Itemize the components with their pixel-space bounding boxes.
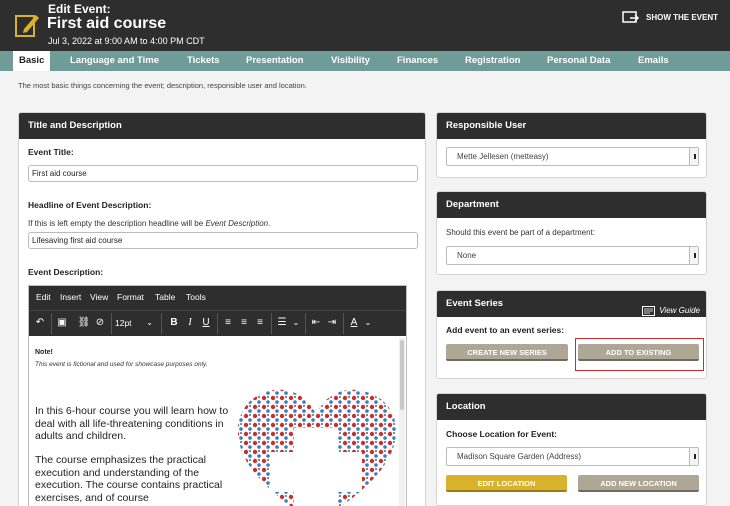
menu-view[interactable]: View: [90, 292, 108, 302]
headline-input[interactable]: Lifesaving first aid course: [28, 232, 418, 249]
toolbar-divider: [271, 313, 272, 334]
headline-help-emphasis: Event Description: [205, 219, 269, 228]
italic-icon[interactable]: I: [183, 315, 197, 331]
menu-tools[interactable]: Tools: [186, 292, 206, 302]
location-select[interactable]: Madison Square Garden (Address): [446, 447, 699, 466]
edit-location-button[interactable]: EDIT LOCATION: [446, 475, 567, 492]
menu-insert[interactable]: Insert: [60, 292, 81, 302]
responsible-user-panel: Responsible User: [436, 112, 707, 178]
tab-bar: Basic Language and Time Tickets Presenta…: [0, 51, 730, 71]
font-size-value: 12pt: [115, 318, 132, 328]
location-value: Madison Square Garden (Address): [457, 452, 582, 461]
edit-icon: [15, 15, 39, 37]
editor-content[interactable]: Note! This event is fictional and used f…: [29, 336, 406, 506]
font-size-select[interactable]: 12pt ⌄: [115, 315, 155, 331]
guide-icon: [642, 306, 656, 316]
tab-tickets[interactable]: Tickets: [187, 51, 220, 71]
app-window: Edit Event: First aid course Jul 3, 2022…: [0, 0, 730, 506]
select-handle-icon: [694, 454, 696, 459]
toolbar-divider: [161, 313, 162, 334]
indent-icon[interactable]: ⇥: [325, 315, 339, 331]
tab-language-and-time[interactable]: Language and Time: [70, 51, 159, 71]
event-title-label: Event Title:: [28, 147, 74, 157]
underline-icon[interactable]: U: [199, 315, 213, 331]
menu-table[interactable]: Table: [155, 292, 175, 302]
chevron-down-icon[interactable]: ⌄: [363, 315, 373, 331]
heart-health-image: [237, 389, 397, 506]
description-paragraph: In this 6-hour course you will learn how…: [35, 405, 229, 442]
editor-menubar: Edit Insert View Format Table Tools: [29, 286, 406, 310]
event-series-heading: Event Series: [446, 298, 504, 309]
tab-presentation[interactable]: Presentation: [246, 51, 304, 71]
menu-format[interactable]: Format: [117, 292, 144, 302]
toolbar-divider: [111, 313, 112, 334]
event-title-input[interactable]: First aid course: [28, 165, 418, 182]
toolbar-divider: [305, 313, 306, 334]
headline-help-end: .: [268, 219, 271, 228]
tab-visibility[interactable]: Visibility: [331, 51, 370, 71]
toolbar-divider: [51, 313, 52, 334]
page-subtitle: The most basic things concerning the eve…: [18, 81, 307, 90]
headline-help: If this is left empty the description he…: [28, 219, 270, 228]
select-handle-icon: [694, 253, 696, 258]
responsible-user-select[interactable]: Mette Jellesen (metteasy): [446, 147, 699, 166]
align-left-icon[interactable]: ≡: [221, 315, 235, 331]
view-guide-label: View Guide: [659, 306, 700, 315]
rich-text-editor: Edit Insert View Format Table Tools ↶ ▣ …: [28, 285, 407, 506]
tab-emails[interactable]: Emails: [638, 51, 669, 71]
tab-registration[interactable]: Registration: [465, 51, 520, 71]
chevron-down-icon: ⌄: [146, 318, 153, 327]
show-event-button[interactable]: SHOW THE EVENT: [622, 11, 718, 24]
link-icon[interactable]: ⛓: [77, 315, 91, 331]
event-date: Jul 3, 2022 at 9:00 AM to 4:00 PM CDT: [48, 36, 205, 46]
headline-help-text: If this is left empty the description he…: [28, 219, 204, 228]
responsible-user-value: Mette Jellesen (metteasy): [457, 152, 549, 161]
align-right-icon[interactable]: ≡: [253, 315, 267, 331]
image-icon[interactable]: ▣: [55, 315, 69, 331]
add-series-label: Add event to an event series:: [446, 325, 565, 335]
bullet-list-icon[interactable]: ☰: [275, 315, 289, 331]
header-label: Edit Event:: [48, 2, 111, 16]
editor-toolbar: ↶ ▣ ⛓ ⊘ 12pt ⌄ B I U ≡ ≡ ≡ ☰ ⌄ ⇤ ⇥ A ⌄: [29, 310, 406, 336]
select-handle-icon: [694, 154, 696, 159]
panel-heading: Responsible User: [437, 113, 706, 139]
text-color-icon[interactable]: A: [347, 315, 361, 331]
tab-finances[interactable]: Finances: [397, 51, 438, 71]
toolbar-divider: [343, 313, 344, 334]
align-center-icon[interactable]: ≡: [237, 315, 251, 331]
add-to-existing-button[interactable]: ADD TO EXISTING: [578, 344, 699, 361]
show-event-label: SHOW THE EVENT: [645, 13, 718, 22]
panel-heading: Department: [437, 192, 706, 218]
view-guide-link[interactable]: View Guide: [642, 298, 700, 324]
unlink-icon[interactable]: ⊘: [93, 315, 107, 331]
bold-icon[interactable]: B: [167, 315, 181, 331]
panel-heading: Event Series View Guide: [437, 291, 706, 317]
department-select[interactable]: None: [446, 246, 699, 265]
menu-edit[interactable]: Edit: [36, 292, 51, 302]
headline-label: Headline of Event Description:: [28, 200, 152, 210]
add-new-location-button[interactable]: ADD NEW LOCATION: [578, 475, 699, 492]
panel-heading: Title and Description: [19, 113, 425, 139]
description-label: Event Description:: [28, 267, 104, 277]
tab-basic[interactable]: Basic: [13, 51, 51, 71]
chevron-down-icon[interactable]: ⌄: [291, 315, 301, 331]
create-new-series-button[interactable]: CREATE NEW SERIES: [446, 344, 568, 361]
department-value: None: [457, 251, 477, 260]
panel-heading: Location: [437, 394, 706, 420]
editor-scrollbar-thumb[interactable]: [400, 340, 404, 410]
choose-location-label: Choose Location for Event:: [446, 429, 557, 439]
undo-icon[interactable]: ↶: [33, 315, 47, 331]
tab-personal-data[interactable]: Personal Data: [547, 51, 610, 71]
event-header: Edit Event: First aid course Jul 3, 2022…: [0, 0, 730, 51]
department-question: Should this event be part of a departmen…: [446, 228, 595, 237]
description-paragraph: The course emphasizes the practical exec…: [35, 454, 223, 504]
note-title: Note!: [35, 349, 53, 356]
toolbar-divider: [217, 313, 218, 334]
outdent-icon[interactable]: ⇤: [309, 315, 323, 331]
page-title: First aid course: [47, 15, 167, 32]
show-event-icon: [622, 11, 640, 23]
note-text: This event is fictional and used for sho…: [35, 361, 208, 368]
